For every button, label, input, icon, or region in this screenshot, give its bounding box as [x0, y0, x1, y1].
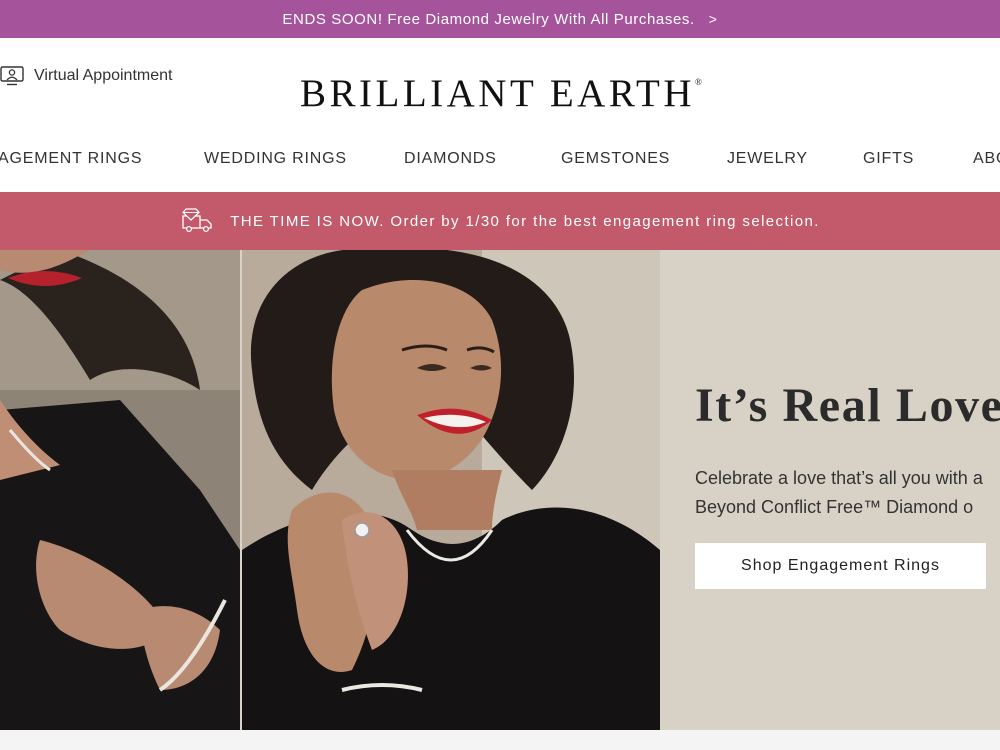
hero-subtitle: Celebrate a love that’s all you with a B… [695, 464, 983, 522]
nav-gemstones[interactable]: GEMSTONES [561, 150, 670, 168]
chevron-right-icon[interactable]: > [709, 11, 718, 27]
site-header: Virtual Appointment BRILLIANT EARTH® [0, 38, 1000, 138]
promo-banner[interactable]: ENDS SOON! Free Diamond Jewelry With All… [0, 0, 1000, 38]
hero-section: It’s Real Love Celebrate a love that’s a… [0, 250, 1000, 730]
logo-text[interactable]: BRILLIANT EARTH [300, 72, 695, 115]
brand-logo[interactable]: BRILLIANT EARTH® [300, 74, 702, 113]
hero-subtitle-line-1: Celebrate a love that’s all you with a [695, 468, 983, 488]
registered-mark: ® [695, 77, 702, 87]
nav-diamonds[interactable]: DIAMONDS [404, 150, 497, 168]
hero-image-center [242, 250, 660, 730]
nav-engagement-rings[interactable]: AGEMENT RINGS [0, 150, 142, 168]
nav-about[interactable]: ABO [973, 150, 1000, 168]
main-nav: AGEMENT RINGS WEDDING RINGS DIAMONDS GEM… [0, 138, 1000, 192]
shipping-banner[interactable]: THE TIME IS NOW. Order by 1/30 for the b… [0, 192, 1000, 250]
page-footer-edge [0, 730, 1000, 750]
nav-wedding-rings[interactable]: WEDDING RINGS [204, 150, 347, 168]
hero-subtitle-line-2: Beyond Conflict Free™ Diamond o [695, 497, 974, 517]
shop-engagement-rings-button[interactable]: Shop Engagement Rings [695, 543, 986, 589]
nav-gifts[interactable]: GIFTS [863, 150, 914, 168]
hero-image-left [0, 250, 240, 730]
virtual-appointment-link[interactable]: Virtual Appointment [0, 66, 172, 86]
virtual-appointment-label[interactable]: Virtual Appointment [34, 67, 172, 85]
video-call-icon [0, 66, 24, 86]
shipping-text[interactable]: THE TIME IS NOW. Order by 1/30 for the b… [230, 213, 820, 230]
promo-text[interactable]: ENDS SOON! Free Diamond Jewelry With All… [282, 11, 694, 28]
hero-title: It’s Real Love [695, 379, 1000, 432]
diamond-truck-icon [180, 205, 216, 237]
nav-jewelry[interactable]: JEWELRY [727, 150, 808, 168]
